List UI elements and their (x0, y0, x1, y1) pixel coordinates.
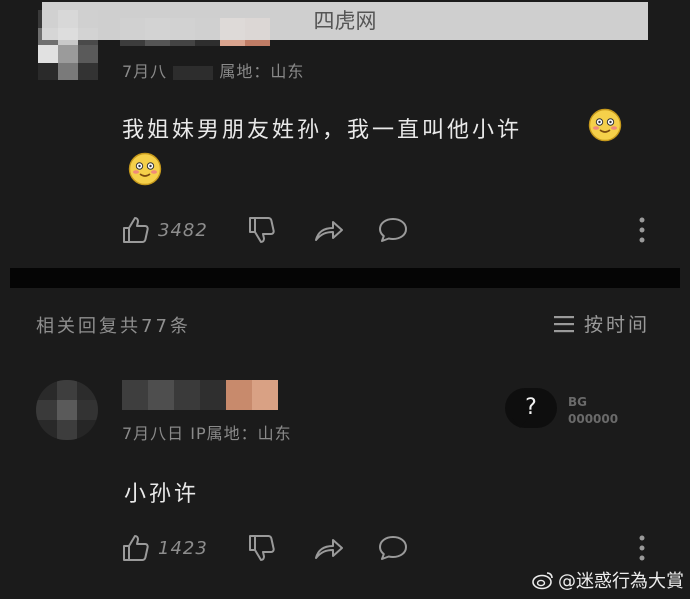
sort-label: 按时间 (584, 314, 651, 336)
help-bubble-symbol: ? (525, 395, 537, 420)
comment-text: 我姐妹男朋友姓孙，我一直叫他小许 (122, 112, 662, 144)
help-widget-text: BG 000000 (568, 394, 618, 428)
comment-date: 7月八 (122, 62, 168, 81)
weibo-logo-icon (532, 572, 553, 590)
blushing-smile-emoji-icon (588, 108, 622, 142)
share-icon[interactable] (312, 214, 346, 246)
site-banner: 四虎网 (42, 2, 648, 40)
avatar[interactable] (36, 380, 98, 440)
replies-count-header: 相关回复共77条 (36, 316, 191, 337)
blushing-smile-emoji-icon (128, 152, 162, 186)
comment-meta: 7月八 属地：山东 (122, 58, 304, 82)
help-widget-line1: BG (568, 395, 587, 409)
comment-location: 属地：山东 (219, 62, 305, 81)
sort-lines-icon (554, 315, 574, 332)
more-vertical-icon[interactable] (637, 216, 647, 244)
section-divider (10, 268, 680, 288)
like-count: 1423 (158, 537, 208, 559)
help-widget-line2: 000000 (568, 412, 619, 426)
thumbs-down-icon[interactable] (246, 532, 278, 564)
reply-text: 小孙许 (124, 482, 200, 507)
share-icon[interactable] (312, 532, 346, 564)
thumbs-down-icon[interactable] (246, 214, 278, 246)
more-vertical-icon[interactable] (637, 534, 647, 562)
watermark: @迷惑行為大賞 (532, 567, 684, 593)
thumbs-up-icon[interactable] (120, 532, 152, 564)
username[interactable] (122, 380, 278, 410)
like-count: 3482 (158, 219, 208, 241)
comment-bubble-icon[interactable] (376, 214, 410, 246)
watermark-text: @迷惑行為大賞 (558, 571, 684, 592)
thumbs-up-icon[interactable] (120, 214, 152, 246)
sort-toggle[interactable]: 按时间 (552, 310, 650, 337)
meta-redacted (173, 65, 214, 80)
comment-actions: 3482 (120, 214, 410, 246)
help-bubble-tail (512, 418, 528, 428)
reply-actions: 1423 (120, 532, 410, 564)
reply-meta: 7月八日 IP属地：山东 (122, 424, 292, 443)
comment-bubble-icon[interactable] (376, 532, 410, 564)
comment-body: 我姐妹男朋友姓孙，我一直叫他小许 (122, 118, 523, 143)
